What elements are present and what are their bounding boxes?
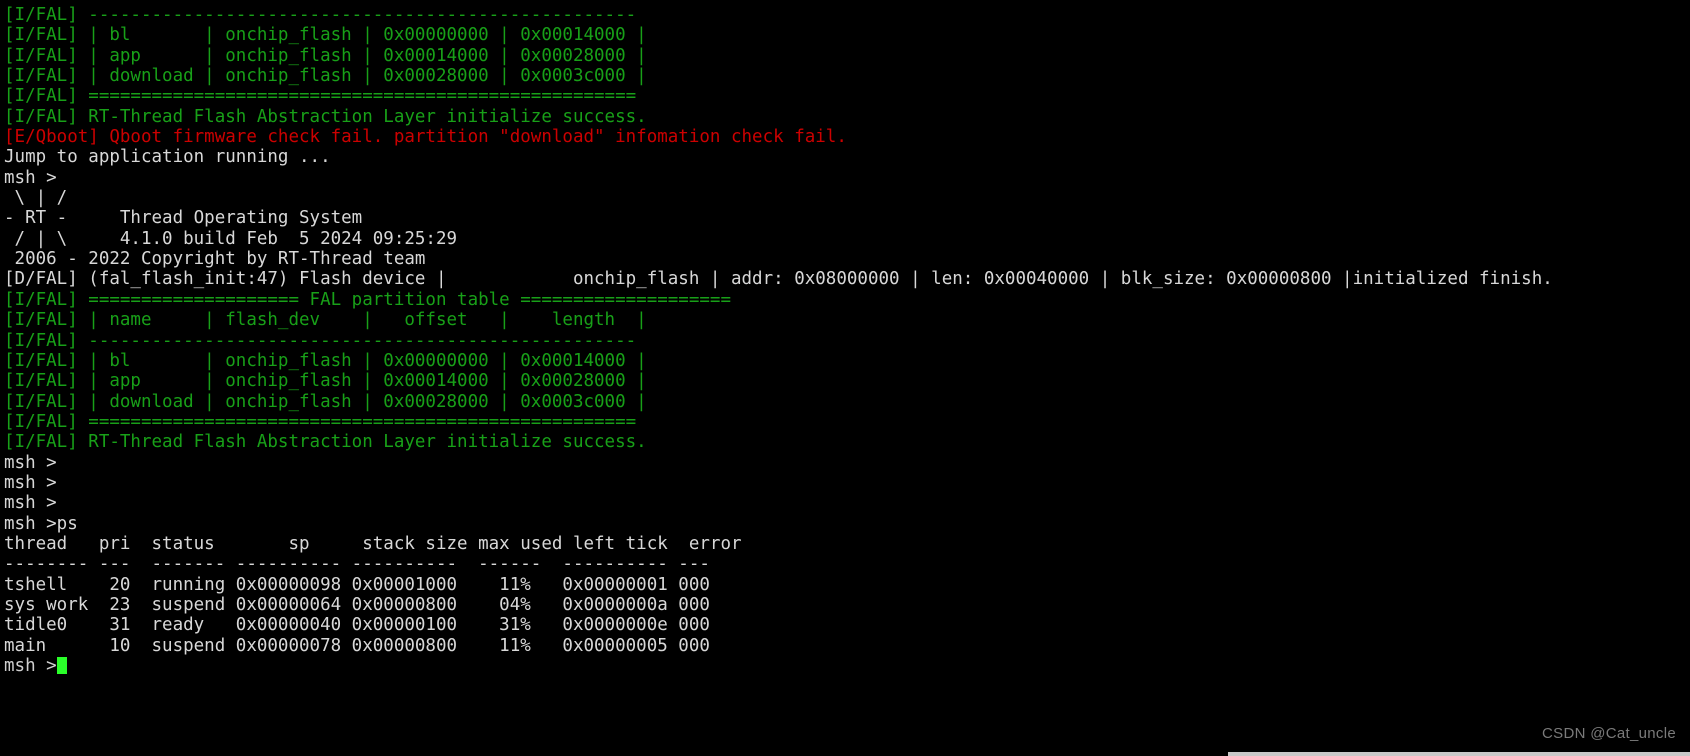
terminal-line: 2006 - 2022 Copyright by RT-Thread team [4,249,426,270]
terminal-line: msh > [4,167,57,188]
terminal-line: / | \ 4.1.0 build Feb 5 2024 09:25:29 [4,228,458,249]
terminal-line: sys work 23 suspend 0x00000064 0x0000080… [4,594,710,615]
terminal-line: [I/FAL] | name | flash_dev | offset | le… [4,310,647,331]
text-cursor[interactable] [56,657,68,674]
terminal-line: tidle0 31 ready 0x00000040 0x00000100 31… [4,615,710,636]
terminal-line: [I/FAL] RT-Thread Flash Abstraction Laye… [4,432,647,453]
terminal-line: msh > [4,452,57,473]
terminal-line: [I/FAL] ==================== FAL partiti… [4,289,731,310]
terminal-output-area[interactable]: [I/FAL] --------------------------------… [0,0,1690,756]
terminal-line: [I/FAL] --------------------------------… [4,330,637,351]
terminal-line: \ | / [4,188,68,209]
bottom-edge-strip [1228,752,1690,756]
terminal-line: thread pri status sp stack size max used… [4,533,742,554]
terminal-line: [I/FAL] | download | onchip_flash | 0x00… [4,391,647,412]
terminal-line: [I/FAL] | bl | onchip_flash | 0x00000000… [4,350,647,371]
terminal-line: [D/FAL] (fal_flash_init:47) Flash device… [4,269,1553,290]
terminal-line-list: [I/FAL] --------------------------------… [4,5,1690,656]
terminal-line: [I/FAL] | bl | onchip_flash | 0x00000000… [4,25,647,46]
csdn-watermark: CSDN @Cat_uncle [1542,725,1676,742]
terminal-line: Jump to application running ... [4,147,331,168]
terminal-line: [I/FAL] ================================… [4,86,637,107]
terminal-line: [I/FAL] | app | onchip_flash | 0x0001400… [4,371,647,392]
terminal-line: [I/FAL] ================================… [4,411,637,432]
terminal-line: tshell 20 running 0x00000098 0x00001000 … [4,574,710,595]
terminal-line: msh > [4,472,57,493]
terminal-line: [I/FAL] | app | onchip_flash | 0x0001400… [4,45,647,66]
prompt-text: msh > [4,656,57,676]
terminal-line: [I/FAL] --------------------------------… [4,5,637,25]
terminal-line: [E/Qboot] Qboot firmware check fail. par… [4,127,847,148]
terminal-line: [I/FAL] RT-Thread Flash Abstraction Laye… [4,106,647,127]
terminal-line: main 10 suspend 0x00000078 0x00000800 11… [4,635,710,656]
terminal-prompt-line: msh > [4,656,1690,676]
terminal-line: msh >ps [4,513,78,534]
terminal-line: -------- --- ------- ---------- --------… [4,554,710,575]
terminal-line: - RT - Thread Operating System [4,208,363,229]
terminal-line: msh > [4,493,57,514]
terminal-line: [I/FAL] | download | onchip_flash | 0x00… [4,66,647,87]
